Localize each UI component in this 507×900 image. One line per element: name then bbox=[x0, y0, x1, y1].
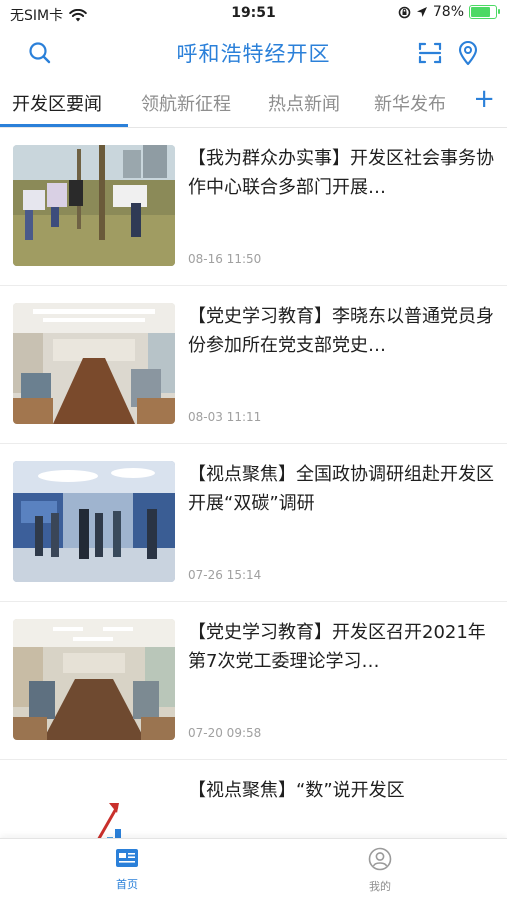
add-tab-button[interactable]: + bbox=[473, 86, 495, 112]
location-arrow-icon bbox=[416, 7, 427, 17]
tab-linghang-xinzhengcheng[interactable]: 领航新征程 bbox=[141, 90, 231, 116]
user-icon bbox=[368, 847, 392, 871]
news-thumbnail bbox=[13, 145, 175, 266]
bottom-navigation: 首页 我的 bbox=[0, 838, 507, 900]
orientation-lock-icon bbox=[398, 6, 411, 18]
news-thumbnail bbox=[13, 303, 175, 424]
category-tabs: 开发区要闻 领航新征程 热点新闻 新华发布 + bbox=[0, 78, 507, 128]
status-bar: 无SIM卡 19:51 78% bbox=[0, 0, 507, 28]
news-list: 【我为群众办实事】开发区社会事务协作中心联合多部门开展… 08-16 11:50… bbox=[0, 128, 507, 900]
newspaper-icon bbox=[116, 849, 138, 867]
active-tab-indicator bbox=[0, 124, 128, 127]
scan-icon[interactable] bbox=[417, 40, 443, 66]
nav-mine-label: 我的 bbox=[369, 880, 391, 893]
tab-kaifaqu-yaowen[interactable]: 开发区要闻 bbox=[12, 90, 102, 116]
news-item[interactable]: 【我为群众办实事】开发区社会事务协作中心联合多部门开展… 08-16 11:50 bbox=[0, 128, 507, 286]
nav-home-label: 首页 bbox=[116, 878, 138, 891]
news-time: 07-20 09:58 bbox=[188, 726, 262, 740]
news-time: 08-03 11:11 bbox=[188, 410, 262, 424]
news-time: 07-26 15:14 bbox=[188, 568, 262, 582]
news-title: 【视点聚焦】全国政协调研组赴开发区开展“双碳”调研 bbox=[188, 464, 494, 514]
nav-mine[interactable]: 我的 bbox=[350, 847, 410, 894]
news-title: 【党史学习教育】李晓东以普通党员身份参加所在党支部党史… bbox=[188, 306, 494, 356]
location-pin-icon[interactable] bbox=[455, 40, 481, 66]
nav-home[interactable]: 首页 bbox=[97, 847, 157, 892]
news-time: 08-16 11:50 bbox=[188, 252, 262, 266]
news-thumbnail bbox=[13, 461, 175, 582]
news-item[interactable]: 【视点聚焦】全国政协调研组赴开发区开展“双碳”调研 07-26 15:14 bbox=[0, 444, 507, 602]
news-title: 【党史学习教育】开发区召开2021年第7次党工委理论学习… bbox=[188, 622, 486, 672]
news-title: 【视点聚焦】“数”说开发区 bbox=[188, 780, 405, 801]
battery-fill bbox=[471, 7, 490, 17]
battery-icon bbox=[469, 5, 500, 19]
news-item[interactable]: 【党史学习教育】李晓东以普通党员身份参加所在党支部党史… 08-03 11:11 bbox=[0, 286, 507, 444]
tab-redian-xinwen[interactable]: 热点新闻 bbox=[268, 90, 340, 116]
status-right: 78% bbox=[398, 4, 500, 20]
app-header: 呼和浩特经开区 bbox=[0, 28, 507, 78]
news-title: 【我为群众办实事】开发区社会事务协作中心联合多部门开展… bbox=[188, 148, 494, 198]
battery-percent: 78% bbox=[432, 4, 464, 20]
tab-xinhua-fabu[interactable]: 新华发布 bbox=[374, 90, 446, 116]
news-thumbnail bbox=[13, 619, 175, 740]
news-item[interactable]: 【党史学习教育】开发区召开2021年第7次党工委理论学习… 07-20 09:5… bbox=[0, 602, 507, 760]
